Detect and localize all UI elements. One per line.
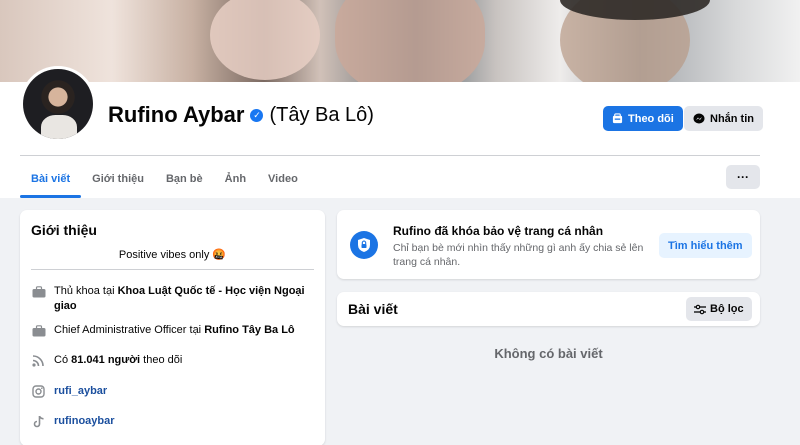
instagram-link[interactable]: rufi_aybar [54,385,107,397]
instagram-icon [31,384,46,399]
education-item: Thủ khoa tại Khoa Luật Quốc tế - Học việ… [31,284,314,314]
message-button-label: Nhắn tin [710,112,754,125]
tab-about[interactable]: Giới thiệu [81,160,155,198]
cover-photo[interactable] [0,0,800,82]
posts-card: Bài viết Bộ lọc [337,292,760,326]
filter-button-label: Bộ lọc [710,303,744,315]
followers-prefix: Có [54,354,72,366]
tab-friends[interactable]: Bạn bè [155,160,214,198]
follow-icon [612,113,623,124]
work-item: Chief Administrative Officer tại Rufino … [31,323,314,338]
locked-title: Rufino đã khóa bảo vệ trang cá nhân [393,224,604,238]
avatar-image-shape [41,115,77,139]
locked-description: Chỉ bạn bè mới nhìn thấy những gì anh ấy… [393,242,644,268]
bio-divider [31,269,314,270]
work-prefix: Chief Administrative Officer tại [54,324,205,336]
more-options-button[interactable]: ··· [726,165,760,189]
empty-posts-message: Không có bài viết [494,346,603,361]
follow-button[interactable]: Theo dõi [603,106,683,131]
profile-alias: (Tây Ba Lô) [269,103,374,126]
locked-profile-card: Rufino đã khóa bảo vệ trang cá nhân Chỉ … [337,210,760,279]
briefcase-icon [31,284,46,299]
filter-button[interactable]: Bộ lọc [686,297,752,321]
messenger-icon [693,113,705,123]
intro-title: Giới thiệu [31,222,97,238]
work-place[interactable]: Rufino Tây Ba Lô [204,324,294,336]
bio-text: Positive vibes only 🤬 [118,249,227,261]
tiktok-icon [31,414,46,429]
avatar-image [23,69,93,139]
shield-lock-icon [350,231,378,259]
tiktok-item: rufinoaybar [31,414,314,429]
education-prefix: Thủ khoa tại [54,285,118,297]
learn-more-button[interactable]: Tìm hiểu thêm [659,233,752,258]
header-divider [20,155,760,156]
posts-title: Bài viết [348,301,398,317]
briefcase-icon [31,323,46,338]
followers-item: Có 81.041 người theo dõi [31,353,314,368]
cover-photo-shape [335,0,485,82]
instagram-item: rufi_aybar [31,384,314,399]
intro-card: Giới thiệu Positive vibes only 🤬 Thủ kho… [20,210,325,445]
rss-icon [31,353,46,368]
tab-videos[interactable]: Video [257,160,309,198]
followers-count[interactable]: 81.041 người [71,354,140,366]
tab-posts[interactable]: Bài viết [20,160,82,198]
profile-name-row: Rufino Aybar ✓ (Tây Ba Lô) [108,102,374,128]
follow-button-label: Theo dõi [628,112,674,125]
profile-tabs: Bài viết Giới thiệu Bạn bè Ảnh Video [20,160,309,198]
tab-photos[interactable]: Ảnh [214,160,257,198]
profile-name: Rufino Aybar [108,102,245,127]
filter-icon [694,304,706,314]
verified-badge-icon: ✓ [250,108,264,122]
avatar[interactable] [20,66,96,142]
message-button[interactable]: Nhắn tin [684,106,763,131]
cover-photo-shape [210,0,320,80]
followers-suffix: theo dõi [140,354,183,366]
tiktok-link[interactable]: rufinoaybar [54,415,115,427]
